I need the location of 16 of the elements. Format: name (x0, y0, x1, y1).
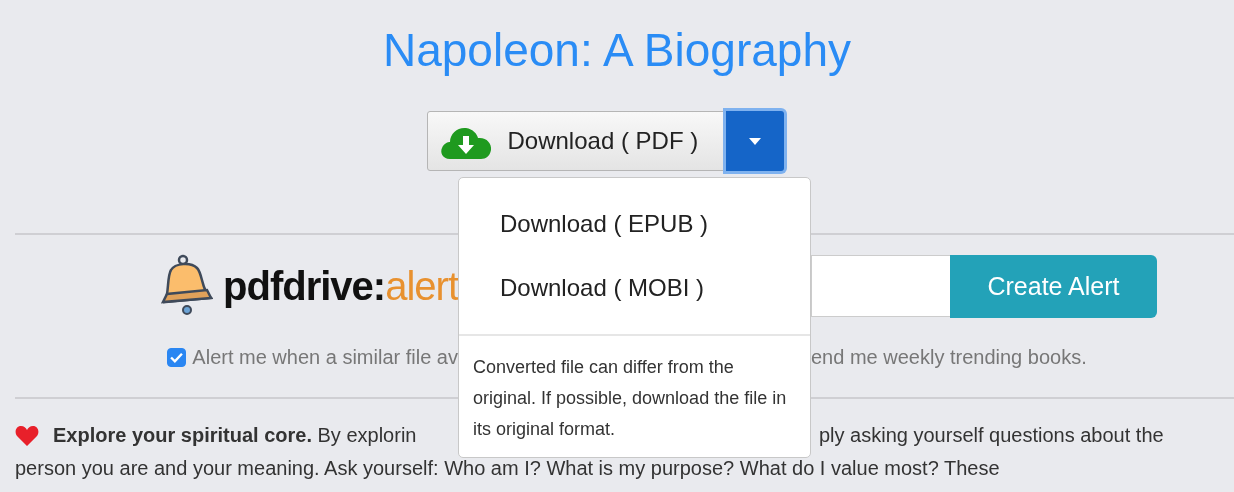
alerts-logo: pdfdrive:alert (223, 263, 458, 309)
paragraph-text: person you are and your meaning. Ask yourself: Who am I? What is my purpose? What do I value most? These (14, 457, 1001, 480)
checkbox[interactable] (167, 348, 187, 367)
menu-item[interactable]: Download ( EPUB ) (459, 192, 810, 256)
dropdown-toggle-button[interactable] (725, 111, 784, 171)
heart-icon (15, 424, 39, 447)
book-title: Napoleon: A Biography (382, 23, 852, 78)
checkbox-label: Alert me when a similar file av (192, 346, 458, 369)
caret-icon (748, 137, 761, 145)
paragraph-text: Explore your spiritual core. By explorin (53, 424, 417, 447)
download-button[interactable]: Download ( PDF ) (426, 111, 726, 171)
paragraph-text: ply asking yourself questions about the (819, 424, 1164, 447)
checkbox-label: end me weekly trending books. (811, 346, 1087, 369)
menu-item[interactable]: Download ( MOBI ) (459, 256, 810, 320)
menu-note: Converted file can differ from the original. If possible, download the file in its original format. (472, 356, 788, 441)
email-field[interactable] (811, 255, 950, 317)
